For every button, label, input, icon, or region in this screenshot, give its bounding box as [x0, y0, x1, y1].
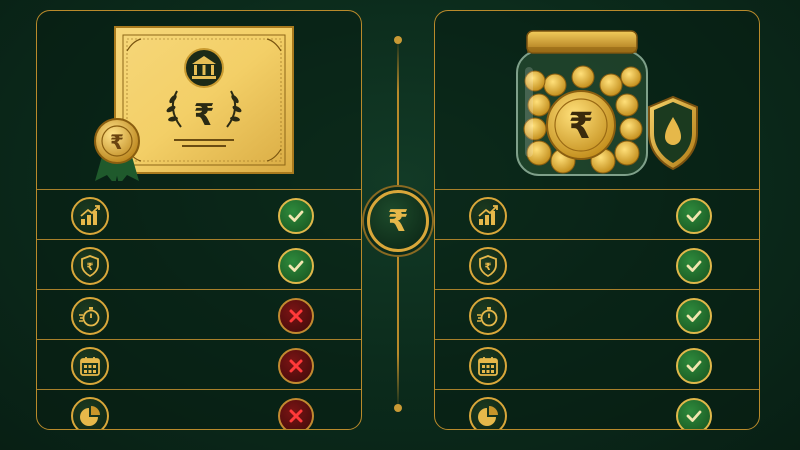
- right-feature-list: ₹: [435, 189, 759, 429]
- list-item: ₹: [37, 239, 361, 289]
- cross-icon: [278, 298, 314, 334]
- check-icon: [676, 398, 712, 429]
- coin-jar-hero: ₹: [435, 11, 759, 181]
- medal-rupee-symbol: ₹: [110, 130, 124, 154]
- cross-icon: [278, 398, 314, 429]
- rupee-shield-icon: ₹: [71, 247, 109, 285]
- divider-dot: [394, 404, 402, 412]
- left-feature-list: ₹: [37, 189, 361, 429]
- stopwatch-icon: [469, 297, 507, 335]
- divider-dot: [394, 36, 402, 44]
- check-icon: [278, 248, 314, 284]
- center-rupee-symbol: ₹: [387, 203, 409, 239]
- stopwatch-icon: [71, 297, 109, 335]
- list-item: [435, 189, 759, 239]
- growth-chart-icon: [469, 197, 507, 235]
- check-icon: [676, 198, 712, 234]
- rupee-shield-icon: ₹: [469, 247, 507, 285]
- growth-chart-icon: [71, 197, 109, 235]
- list-item: [435, 339, 759, 389]
- list-item: [37, 389, 361, 429]
- calendar-icon: [469, 347, 507, 385]
- list-item: [37, 339, 361, 389]
- jar-rupee-symbol: ₹: [568, 106, 593, 147]
- check-icon: [676, 348, 712, 384]
- rupee-coin-jar-icon: ₹: [516, 30, 698, 176]
- svg-text:₹: ₹: [485, 262, 492, 273]
- list-item: [435, 389, 759, 429]
- svg-text:₹: ₹: [87, 262, 94, 273]
- right-comparison-panel: ₹ ₹: [434, 10, 760, 430]
- list-item: [37, 289, 361, 339]
- rupee-certificate-icon: ₹ ₹: [94, 26, 294, 181]
- list-item: [435, 289, 759, 339]
- calendar-icon: [71, 347, 109, 385]
- certificate-rupee-symbol: ₹: [194, 98, 215, 133]
- list-item: ₹: [435, 239, 759, 289]
- pie-chart-icon: [469, 397, 507, 429]
- check-icon: [676, 298, 712, 334]
- left-comparison-panel: ₹ ₹ ₹: [36, 10, 362, 430]
- check-icon: [278, 198, 314, 234]
- pie-chart-icon: [71, 397, 109, 429]
- list-item: [37, 189, 361, 239]
- certificate-hero: ₹ ₹: [37, 11, 361, 181]
- cross-icon: [278, 348, 314, 384]
- rupee-icon: ₹: [367, 190, 429, 252]
- check-icon: [676, 248, 712, 284]
